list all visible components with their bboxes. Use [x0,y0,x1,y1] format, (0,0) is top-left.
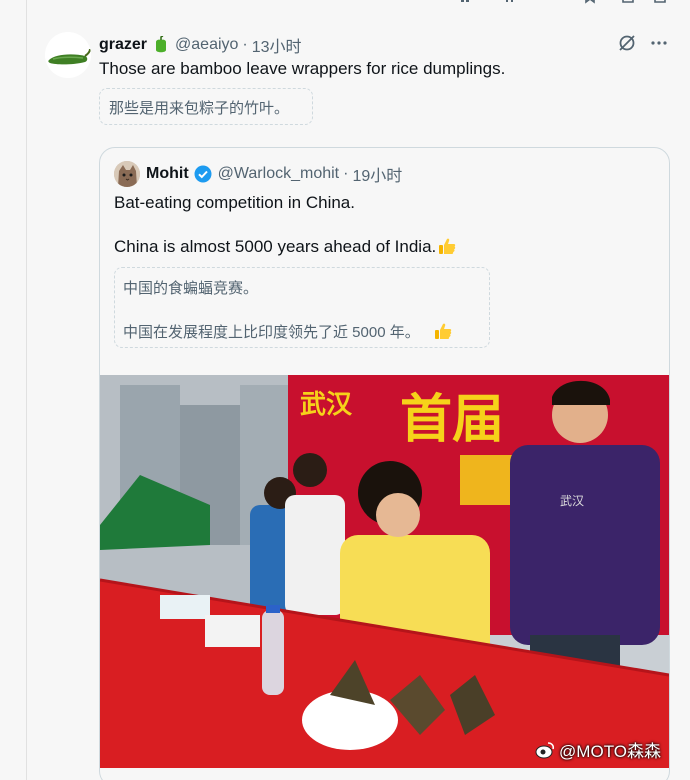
watermark-text: @MOTO森森 [559,742,661,761]
thumbs-up-icon [439,238,456,254]
quoted-tweet[interactable]: Mohit @Warlock_mohit · 19小时 Bat-eating c… [99,147,670,780]
verified-badge-icon [194,165,212,183]
separator-dot: · [242,36,248,53]
quoted-translation-line-1: 中国的食蝙蝠竞赛。 [123,280,259,297]
user-name[interactable]: grazer [99,36,147,54]
eating-competition-photo: 武汉 首届 武汉 [100,375,669,768]
thumbs-up-icon [434,323,452,339]
tweet-text: Those are bamboo leave wrappers for rice… [99,59,506,78]
timestamp[interactable]: 13小时 [252,33,302,57]
avatar[interactable] [45,32,91,78]
banner-text-2: 武汉 [300,390,353,420]
reply-tweet[interactable]: grazer @aeaiyo · 13小时 Those are bamboo l… [26,18,690,780]
bar-icon[interactable] [459,0,473,4]
tweet-actions [618,34,668,52]
tweet-photo[interactable]: 武汉 首届 武汉 @MOTO森森 [100,375,669,768]
quoted-avatar[interactable] [114,161,140,187]
quoted-translation-line-2-text: 中国在发展程度上比印度领先了近 5000 年。 [123,324,420,341]
quoted-text-line-2: China is almost 5000 years ahead of Indi… [114,236,456,258]
grok-icon[interactable] [618,34,636,52]
separator-dot: · [343,165,349,182]
quoted-user-name[interactable]: Mohit [146,165,189,183]
view-icon[interactable] [505,0,519,4]
quoted-text-line-1: Bat-eating competition in China. [114,193,355,212]
quoted-timestamp[interactable]: 19小时 [352,162,402,186]
watermark: @MOTO森森 [535,737,661,762]
bookmark-icon[interactable] [583,0,597,4]
quoted-translation-box: 中国的食蝙蝠竞赛。 中国在发展程度上比印度领先了近 5000 年。 [114,267,490,348]
banner-text: 首届 [400,390,504,450]
jalapeno-icon [45,32,91,78]
share-icon[interactable] [621,0,635,4]
reply-header: grazer @aeaiyo · 13小时 [99,34,302,56]
quoted-translation-line-2: 中国在发展程度上比印度领先了近 5000 年。 [123,321,452,342]
user-handle[interactable]: @aeaiyo [175,36,238,54]
green-pepper-icon [156,36,167,53]
quoted-header: Mohit @Warlock_mohit · 19小时 [146,163,402,185]
more-options-icon[interactable] [650,34,668,52]
quoted-text-line-2-text: China is almost 5000 years ahead of Indi… [114,237,437,256]
translation-box: 那些是用来包粽子的竹叶。 [99,88,313,125]
weibo-icon [535,741,555,758]
shirt-text: 武汉 [560,494,584,508]
more-icon[interactable] [653,0,667,4]
cat-avatar-icon [114,161,140,187]
previous-tweet-actions-strip [26,0,690,18]
quoted-user-handle[interactable]: @Warlock_mohit [218,165,339,183]
